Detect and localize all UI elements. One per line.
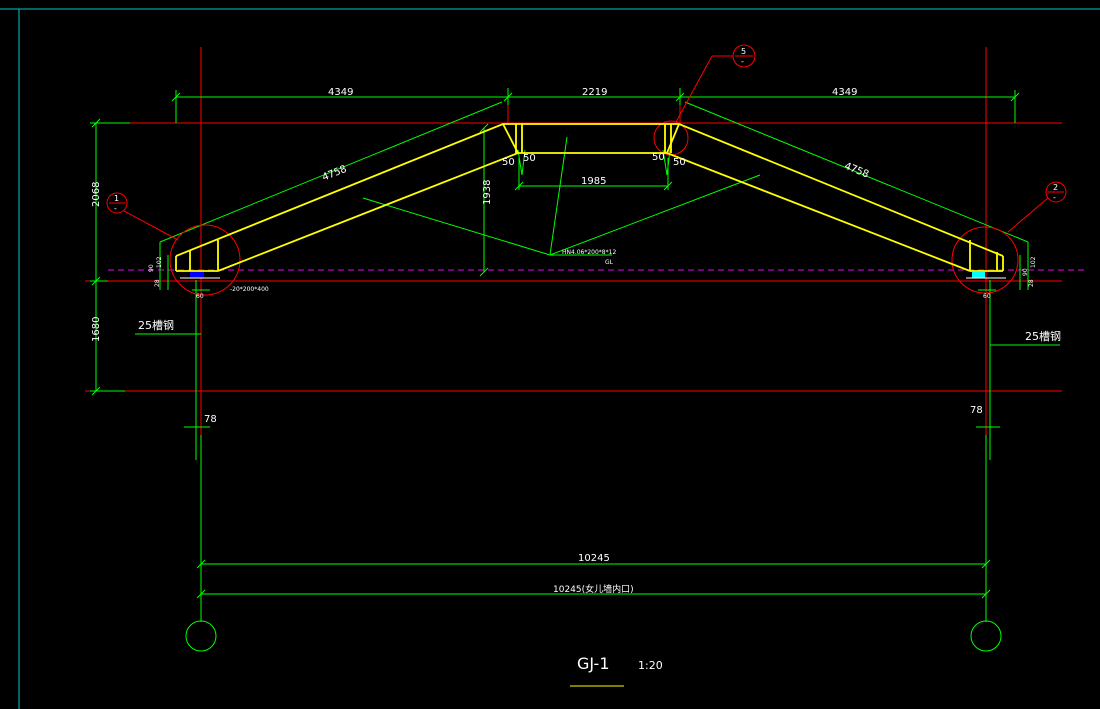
dim-joint-right-a: 50: [652, 152, 665, 163]
small-left-3: 60: [196, 293, 204, 300]
dimension-lines: [90, 88, 1060, 652]
dim-joint-left-a: 50: [502, 157, 515, 168]
dim-height-upper: 2068: [91, 182, 102, 207]
axis-lines: [85, 47, 1062, 435]
bubble-ridge-sub: -: [741, 57, 744, 66]
dim-joint-right-b: 50: [673, 157, 686, 168]
base-plate-left: [190, 272, 204, 278]
dim-ridge-inner: 1985: [581, 176, 606, 187]
small-left-2: 28: [154, 279, 161, 287]
small-right-0: 102: [1030, 256, 1037, 268]
drawing-title: GJ-1: [577, 654, 610, 673]
dim-joint-left-b: 50: [523, 153, 536, 164]
dim-top-left: 4349: [328, 87, 353, 98]
cad-drawing-canvas: 4349 2219 4349 4758 4758 1985 1938 2068 …: [0, 8, 1100, 709]
small-right-2: 28: [1028, 279, 1035, 287]
dim-offset-right: 78: [970, 405, 983, 416]
member-spec: HN4.06*200*8*12: [562, 249, 616, 256]
small-right-1: 90: [1022, 268, 1029, 276]
channel-right: 25槽钢: [1025, 330, 1061, 343]
dim-top-mid: 2219: [582, 87, 607, 98]
drawing-scale: 1:20: [638, 659, 663, 672]
small-right-3: 60: [983, 293, 991, 300]
dim-height-center: 1938: [482, 180, 493, 205]
dim-top-right: 4349: [832, 87, 857, 98]
channel-left: 25槽钢: [138, 319, 174, 332]
plate-note: -20*200*400: [230, 286, 269, 293]
dim-span: 10245: [578, 553, 610, 564]
bubble-ridge-num: 5: [741, 47, 746, 56]
bubble-left-num: 1: [114, 194, 119, 203]
dim-span-note: 10245(女儿墙内口): [553, 583, 634, 595]
dim-height-lower: 1680: [91, 317, 102, 342]
small-left-1: 90: [148, 264, 155, 272]
bubble-right-num: 2: [1053, 183, 1058, 192]
member-spec-sub: GL: [605, 259, 614, 266]
bubble-left-sub: -: [114, 204, 117, 213]
bubble-right-sub: -: [1053, 193, 1056, 202]
dim-rafter-right: 4758: [843, 161, 871, 181]
dim-offset-left: 78: [204, 414, 217, 425]
base-plate-right: [972, 272, 985, 278]
dim-rafter-left: 4758: [321, 164, 349, 184]
small-left-0: 102: [156, 256, 163, 268]
